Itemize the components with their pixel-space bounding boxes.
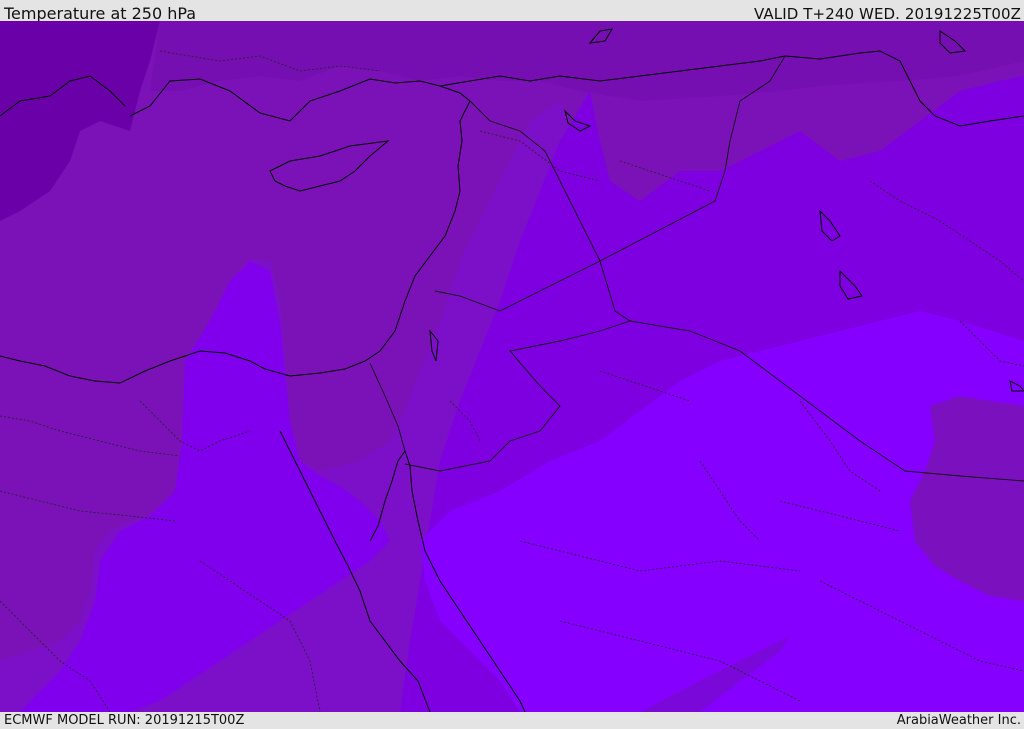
header-bar: Temperature at 250 hPa VALID T+240 WED. … — [0, 0, 1024, 23]
model-run-label: ECMWF MODEL RUN: 20191215T00Z — [4, 713, 245, 728]
credit-label: ArabiaWeather Inc. — [896, 713, 1021, 728]
footer-bar: ECMWF MODEL RUN: 20191215T00Z ArabiaWeat… — [0, 712, 1024, 729]
map-panel[interactable] — [0, 21, 1024, 712]
temperature-map[interactable] — [0, 21, 1024, 712]
